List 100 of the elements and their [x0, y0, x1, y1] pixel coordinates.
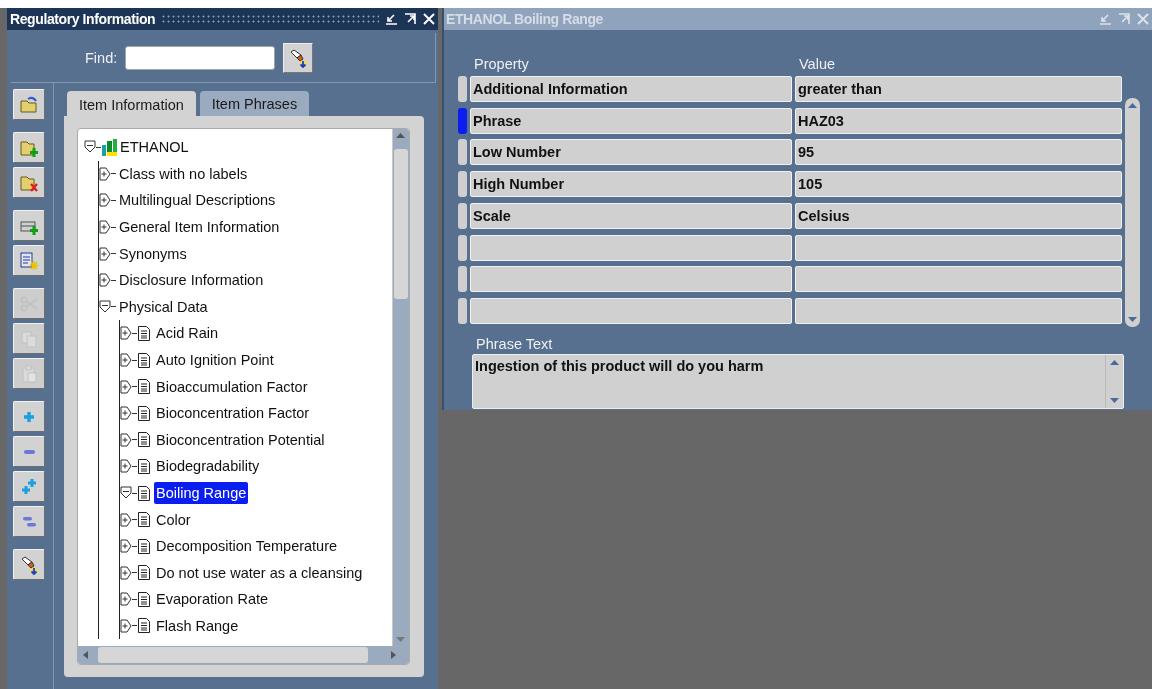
expand-toggle-icon[interactable] — [120, 592, 132, 607]
toolbar-button[interactable] — [13, 471, 45, 502]
document-icon — [138, 379, 150, 395]
expand-toggle-icon[interactable] — [120, 326, 132, 341]
expand-toggle-icon[interactable] — [120, 512, 132, 527]
scroll-up-icon[interactable] — [1109, 358, 1120, 367]
find-field[interactable] — [125, 45, 276, 70]
tree-item[interactable]: Class with no labels — [117, 162, 250, 185]
document-icon — [138, 458, 150, 474]
window-title: ETHANOL Boiling Range — [446, 11, 603, 27]
expand-toggle-icon[interactable] — [120, 539, 132, 554]
value-cell[interactable]: 105 — [795, 171, 1122, 198]
row-indicator[interactable] — [458, 75, 467, 102]
tree-item[interactable]: Do not use water as a cleansing — [154, 561, 365, 584]
toolbar-button[interactable] — [13, 401, 45, 432]
find-button[interactable] — [283, 42, 314, 73]
expand-toggle-icon[interactable] — [99, 166, 111, 181]
expand-toggle-icon[interactable] — [120, 619, 132, 633]
scrollbar-thumb[interactable] — [394, 149, 408, 299]
collapse-toggle-icon[interactable] — [120, 486, 132, 500]
row-indicator[interactable] — [458, 266, 467, 293]
value-cell[interactable]: Celsius — [795, 202, 1122, 229]
tree-item[interactable]: Auto Ignition Point — [154, 349, 276, 372]
toolbar-button[interactable] — [13, 506, 45, 537]
expand-toggle-icon[interactable] — [120, 406, 132, 421]
toolbar-button[interactable] — [13, 245, 45, 276]
property-cell[interactable]: Additional Information — [470, 75, 792, 102]
window-title: Regulatory Information — [10, 11, 156, 27]
tree-item[interactable]: Synonyms — [117, 242, 189, 265]
document-icon — [138, 565, 150, 581]
expand-toggle-icon[interactable] — [120, 432, 132, 447]
scroll-up-icon[interactable] — [1127, 101, 1138, 110]
phrase-text-label: Phrase Text — [476, 336, 554, 352]
row-indicator[interactable] — [458, 298, 467, 325]
tab[interactable]: Item Phrases — [199, 91, 310, 116]
tab[interactable]: Item Information — [67, 91, 196, 118]
minus-icon — [23, 449, 35, 454]
expand-toggle-icon[interactable] — [99, 273, 111, 288]
toolbar-button[interactable] — [13, 436, 45, 467]
value-cell[interactable]: greater than — [795, 75, 1122, 102]
property-cell[interactable] — [470, 298, 792, 325]
document-icon — [138, 591, 150, 607]
row-indicator[interactable] — [458, 202, 467, 229]
vertical-scrollbar[interactable] — [392, 129, 409, 646]
bar-chart-icon — [102, 138, 118, 157]
tree-item[interactable]: Physical Data — [117, 295, 210, 318]
phrase-text-field[interactable]: Ingestion of this product will do you harm — [472, 354, 1124, 409]
value-cell[interactable]: HAZ03 — [795, 107, 1122, 134]
property-cell[interactable]: Phrase — [470, 107, 792, 134]
collapse-toggle-icon[interactable] — [99, 299, 111, 314]
tree-item[interactable]: Bioaccumulation Factor — [154, 375, 310, 398]
expand-toggle-icon[interactable] — [99, 246, 111, 261]
expand-toggle-icon[interactable] — [120, 379, 132, 394]
flashlight-icon — [288, 47, 309, 68]
document-icon — [138, 432, 150, 448]
horizontal-scrollbar[interactable] — [78, 646, 409, 664]
value-cell[interactable] — [795, 266, 1122, 293]
collapse-toggle-icon[interactable] — [84, 140, 96, 155]
expand-toggle-icon[interactable] — [99, 193, 111, 208]
property-cell[interactable]: Low Number — [470, 139, 792, 166]
tree-item[interactable]: Bioconcentration Factor — [154, 402, 312, 425]
toolbar-button[interactable] — [13, 210, 45, 241]
scrollbar-thumb[interactable] — [98, 647, 368, 663]
expand-toggle-icon[interactable] — [120, 353, 132, 368]
tree-item[interactable]: Disclosure Information — [117, 269, 266, 292]
property-cell[interactable]: High Number — [470, 171, 792, 198]
row-indicator[interactable] — [458, 139, 467, 166]
tree-item[interactable]: General Item Information — [117, 216, 282, 239]
toolbar-button[interactable] — [13, 89, 45, 120]
row-indicator[interactable] — [458, 234, 467, 261]
tree-item[interactable]: Decomposition Temperature — [154, 535, 340, 558]
document-icon — [138, 485, 150, 501]
toolbar-button[interactable] — [13, 549, 45, 580]
value-cell[interactable] — [795, 298, 1122, 325]
tree-item[interactable]: Acid Rain — [154, 322, 221, 345]
tree-item[interactable]: ETHANOL — [118, 136, 191, 159]
tree-item[interactable]: Boiling Range — [154, 482, 249, 504]
property-cell[interactable]: Scale — [470, 202, 792, 229]
tree-item[interactable]: Color — [154, 508, 193, 531]
property-cell[interactable] — [470, 234, 792, 261]
scroll-down-icon[interactable] — [1109, 396, 1120, 405]
tree-item[interactable]: Biodegradability — [154, 455, 262, 478]
value-cell[interactable]: 95 — [795, 139, 1122, 166]
row-indicator[interactable] — [458, 171, 467, 198]
toolbar-button[interactable] — [13, 132, 45, 163]
tree-item[interactable]: Bioconcentration Potential — [154, 428, 327, 451]
property-cell[interactable] — [470, 266, 792, 293]
expand-toggle-icon[interactable] — [99, 220, 111, 235]
tree-item[interactable]: Multilingual Descriptions — [117, 189, 278, 212]
folder-icon — [19, 94, 39, 115]
tree-item[interactable]: Evaporation Rate — [154, 588, 271, 611]
expand-toggle-icon[interactable] — [120, 565, 132, 580]
scroll-down-icon[interactable] — [1127, 315, 1138, 324]
vertical-scrollbar[interactable] — [1125, 98, 1140, 327]
drag-grip[interactable] — [161, 14, 379, 24]
expand-toggle-icon[interactable] — [120, 459, 132, 474]
tree-item[interactable]: Flash Range — [154, 615, 241, 637]
value-cell[interactable] — [795, 234, 1122, 261]
toolbar-button[interactable] — [13, 167, 45, 198]
clipboard-icon — [19, 363, 39, 384]
